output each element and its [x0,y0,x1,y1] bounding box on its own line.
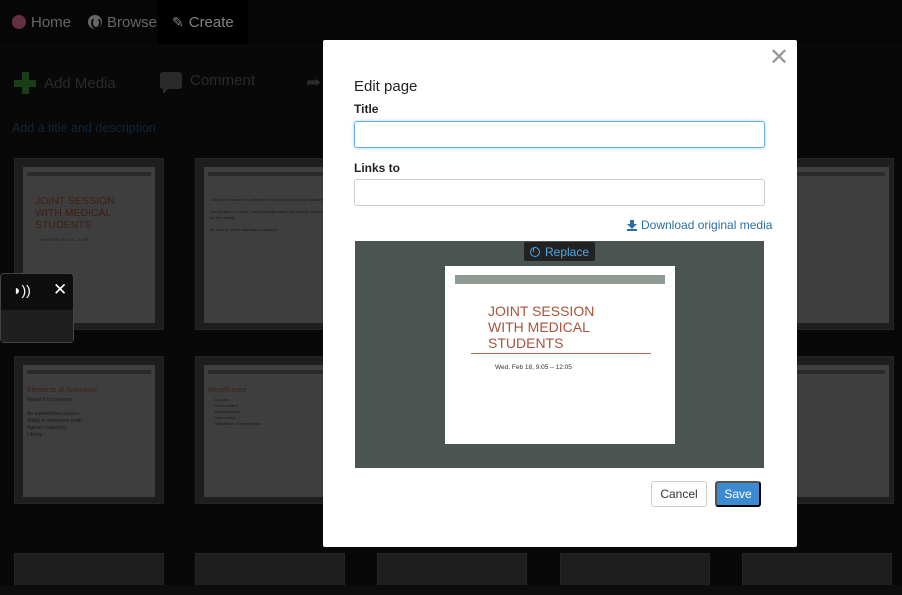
slide-preview-title-line: JOINT SESSION [488,303,595,319]
save-button[interactable]: Save [715,481,761,507]
slide-divider [471,353,651,354]
slide-preview-subtitle: Wed. Feb 18, 9:05 – 12:05 [495,364,572,371]
close-icon[interactable]: ✕ [769,46,789,70]
media-preview: Replace JOINT SESSION WITH MEDICAL STUDE… [355,241,764,468]
download-icon [627,219,637,231]
edit-page-modal: ✕ Edit page Title Links to Download orig… [323,40,797,547]
audio-popup: ◗)) ✕ [0,273,74,343]
download-label: Download original media [641,218,773,232]
slide-preview-title-line: STUDENTS [488,335,564,351]
slide-preview-title-line: WITH MEDICAL [488,319,590,335]
links-to-label: Links to [354,161,401,175]
slide-preview-title: JOINT SESSION WITH MEDICAL STUDENTS [488,303,594,351]
sound-icon[interactable]: ◗)) [13,282,31,298]
cancel-button[interactable]: Cancel [651,481,707,507]
modal-title: Edit page [354,78,418,95]
replace-button[interactable]: Replace [524,242,595,261]
slide-preview: JOINT SESSION WITH MEDICAL STUDENTS Wed.… [445,266,675,444]
links-to-input[interactable] [354,179,765,206]
close-icon[interactable]: ✕ [53,280,67,300]
slide-header-bar [455,275,665,284]
title-label: Title [354,102,379,116]
download-original-media-link[interactable]: Download original media [627,218,772,232]
upload-icon [529,246,540,257]
title-input[interactable] [354,121,765,148]
audio-popup-body [1,310,73,342]
replace-label: Replace [544,244,590,259]
